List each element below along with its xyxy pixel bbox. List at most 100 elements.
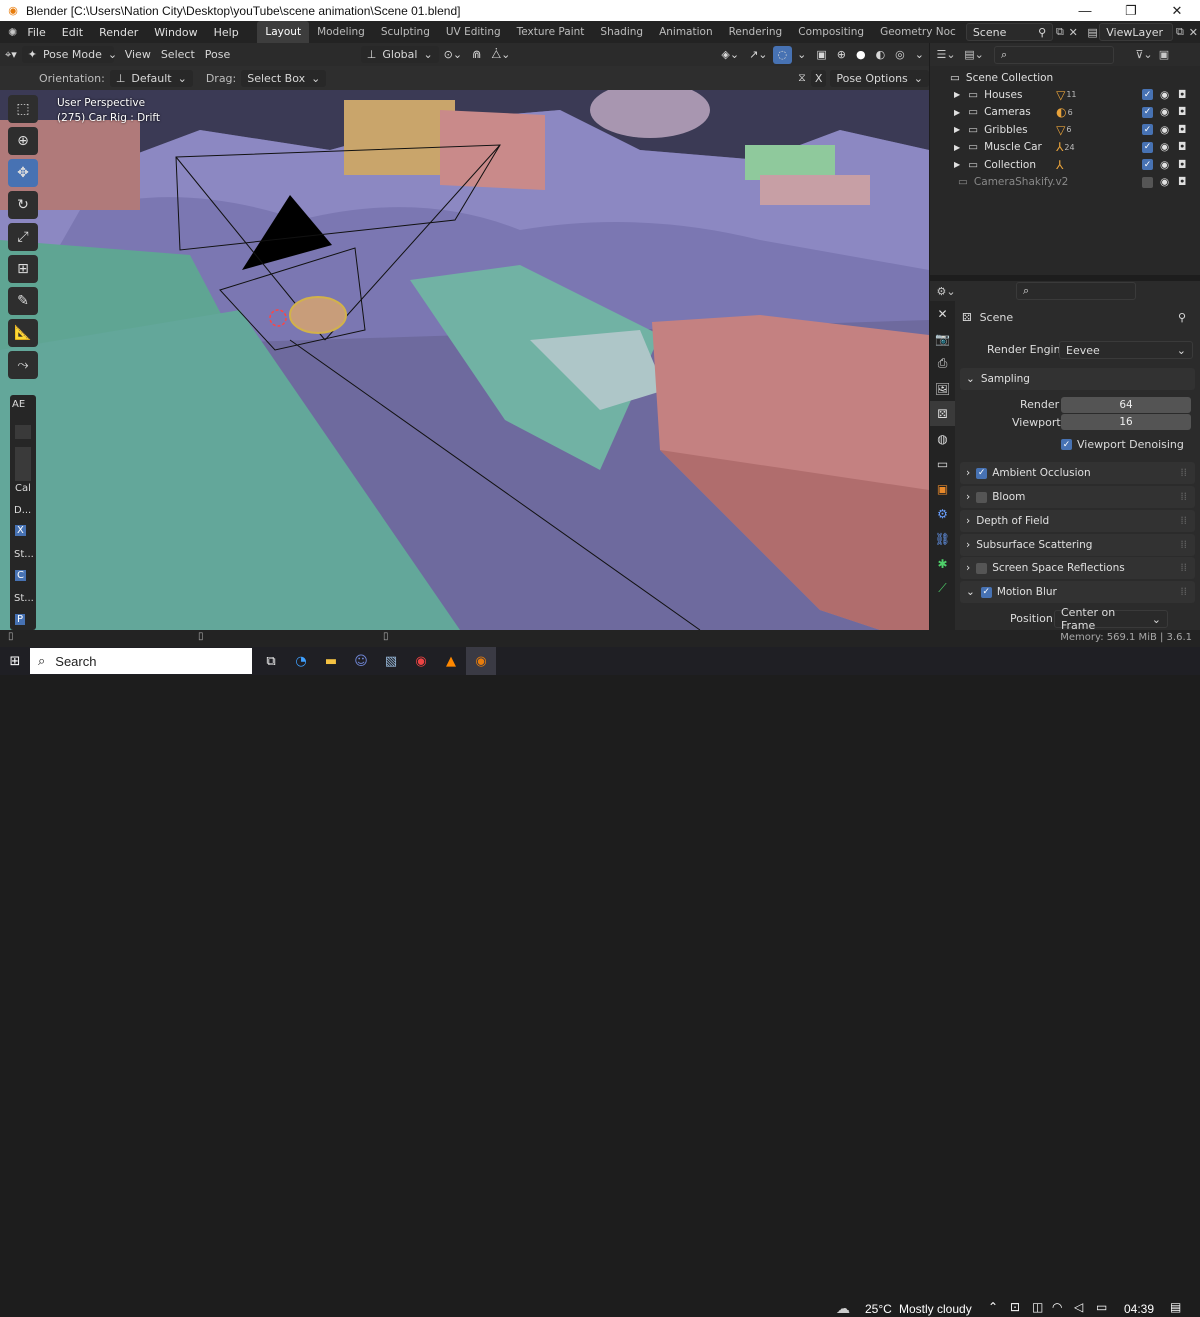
object-data-tab-icon[interactable]: ✱ — [930, 551, 955, 576]
properties-search[interactable]: ⌕ — [1016, 282, 1136, 300]
shading-material-icon[interactable]: ◐ — [871, 46, 891, 64]
taskbar-search[interactable]: ⌕ Search — [30, 648, 252, 674]
drag-handle-icon[interactable]: ⁞⁞ — [1180, 467, 1187, 479]
weather-text[interactable]: Mostly cloudy — [899, 1302, 972, 1316]
delete-scene-icon[interactable]: ✕ — [1067, 23, 1080, 41]
drag-handle-icon[interactable]: ⁞⁞ — [1180, 515, 1187, 527]
vlc-icon[interactable]: ▲ — [436, 647, 466, 675]
sidebar-label-d[interactable]: D... — [14, 505, 31, 516]
world-tab-icon[interactable]: ◍ — [930, 426, 955, 451]
tab-rendering[interactable]: Rendering — [721, 21, 791, 43]
eye-icon[interactable]: ◉ — [1160, 106, 1169, 118]
constraints-tab-icon[interactable]: ⛓ — [930, 526, 955, 551]
outliner-root[interactable]: ▭ Scene Collection — [930, 69, 1200, 86]
exclude-checkbox[interactable]: ✓ — [1142, 89, 1153, 100]
wifi-icon[interactable]: ◠ — [1052, 1300, 1062, 1314]
exclude-checkbox[interactable]: ✓ — [1142, 141, 1153, 153]
panel-enable-checkbox[interactable] — [976, 491, 988, 503]
bone-roll-tool-icon[interactable]: ⤳ — [8, 351, 38, 379]
panel-header[interactable]: › Screen Space Reflections ⁞⁞ — [960, 557, 1195, 579]
mode-selector[interactable]: ✦ Pose Mode ⌄ — [21, 46, 117, 63]
render-engine-select[interactable]: Eevee ⌄ — [1059, 341, 1193, 359]
expand-arrow-icon[interactable]: ▶ — [954, 160, 960, 169]
photos-icon[interactable]: ▧ — [376, 647, 406, 675]
tab-layout[interactable]: Layout — [257, 21, 310, 43]
panel-enable-checkbox[interactable]: ✓ — [980, 586, 992, 598]
object-visibility-icon[interactable]: ◈⌄ — [716, 46, 744, 64]
modifiers-tab-icon[interactable]: ⚙ — [930, 501, 955, 526]
windows-start-icon[interactable]: ⊞ — [0, 647, 30, 675]
viewport-samples-field[interactable]: 16 — [1061, 414, 1191, 430]
menu-window[interactable]: Window — [146, 26, 205, 39]
task-view-icon[interactable]: ⧉ — [256, 647, 286, 675]
view-layer-tab-icon[interactable]: 🖼 — [930, 376, 955, 401]
new-viewlayer-icon[interactable]: ⧉ — [1173, 23, 1186, 41]
eye-icon[interactable]: ◉ — [1160, 141, 1169, 153]
sidebar-label-st-1[interactable]: St... — [14, 549, 34, 560]
outliner-row[interactable]: ▭ CameraShakify.v2 ◉ ◘ — [930, 174, 1200, 191]
viewport-denoising-checkbox[interactable]: ✓ Viewport Denoising — [1061, 438, 1184, 451]
panel-header[interactable]: › Depth of Field ⁞⁞ — [960, 510, 1195, 532]
addon-slot-1[interactable] — [15, 425, 31, 439]
output-tab-icon[interactable]: ⎙ — [930, 351, 955, 376]
new-collection-icon[interactable]: ▣ — [1154, 46, 1174, 64]
render-samples-field[interactable]: 64 — [1061, 397, 1191, 413]
outliner-row[interactable]: ▶ ▭ Collection ⅄ ✓ ◉ ◘ — [930, 156, 1200, 173]
outliner-editor-icon[interactable]: ☰⌄ — [936, 46, 956, 64]
expand-arrow-icon[interactable]: ▶ — [954, 108, 960, 117]
mirror-x-toggle[interactable]: X — [810, 69, 827, 87]
notifications-icon[interactable]: ▤ — [1170, 1300, 1181, 1314]
motion-blur-position-select[interactable]: Center on Frame ⌄ — [1054, 606, 1168, 632]
delete-viewlayer-icon[interactable]: ✕ — [1187, 23, 1200, 41]
edge-icon[interactable]: ◔ — [286, 647, 316, 675]
scale-tool-icon[interactable]: ⤢ — [8, 223, 38, 251]
eye-icon[interactable]: ◉ — [1160, 159, 1169, 171]
volume-icon[interactable]: ◁ — [1074, 1300, 1083, 1314]
pin-icon[interactable]: ⚲ — [1038, 26, 1046, 39]
display-mode-icon[interactable]: ▤⌄ — [964, 46, 984, 64]
chrome-icon[interactable]: ◉ — [406, 647, 436, 675]
menu-file[interactable]: File — [19, 26, 53, 39]
eye-icon[interactable]: ◉ — [1160, 89, 1169, 101]
shading-dropdown-icon[interactable]: ⌄ — [910, 46, 929, 64]
viewlayer-icon[interactable]: ▤ — [1086, 23, 1099, 41]
shading-rendered-icon[interactable]: ◎ — [890, 46, 910, 64]
drag-handle-icon[interactable]: ⁞⁞ — [1180, 562, 1187, 574]
clock[interactable]: 04:39 — [1124, 1302, 1154, 1316]
snap-icon[interactable]: ⋒ — [467, 46, 486, 64]
outliner-row[interactable]: ▶ ▭ Muscle Car ⅄ 24 ✓ ◉ ◘ — [930, 139, 1200, 156]
camera-render-icon[interactable]: ◘ — [1178, 89, 1186, 101]
tool-tab-icon[interactable]: ✕ — [930, 301, 955, 326]
filter-icon[interactable]: ⊽⌄ — [1134, 46, 1154, 64]
outliner-row[interactable]: ▶ ▭ Cameras ◐ 6 ✓ ◉ ◘ — [930, 104, 1200, 121]
tab-shading[interactable]: Shading — [592, 21, 651, 43]
shading-wireframe-icon[interactable]: ⊕ — [832, 46, 851, 64]
scene-selector[interactable]: Scene ⚲ — [965, 23, 1054, 41]
panel-header[interactable]: › ✓ Ambient Occlusion ⁞⁞ — [960, 462, 1195, 484]
expand-arrow-icon[interactable]: ▶ — [954, 143, 960, 152]
gizmo-icon[interactable]: ↗⌄ — [744, 46, 772, 64]
move-tool-icon[interactable]: ✥ — [8, 159, 38, 187]
drag-handle-icon[interactable]: ⁞⁞ — [1180, 586, 1187, 598]
tab-sculpting[interactable]: Sculpting — [373, 21, 438, 43]
exclude-checkbox[interactable]: ✓ — [1142, 159, 1153, 170]
tab-modeling[interactable]: Modeling — [309, 21, 373, 43]
discord-icon[interactable]: ☺ — [346, 647, 376, 675]
tab-compositing[interactable]: Compositing — [790, 21, 872, 43]
sampling-panel-header[interactable]: ⌄ Sampling — [960, 368, 1195, 390]
tab-texture-paint[interactable]: Texture Paint — [509, 21, 593, 43]
exclude-checkbox[interactable]: ✓ — [1142, 106, 1153, 118]
measure-tool-icon[interactable]: 📐 — [8, 319, 38, 347]
outliner-search[interactable]: ⌕ — [994, 45, 1114, 64]
3d-viewport[interactable] — [0, 90, 929, 630]
drag-handle-icon[interactable]: ⁞⁞ — [1180, 491, 1187, 503]
overlays-icon[interactable]: ◌ — [772, 45, 793, 64]
bone-tab-icon[interactable]: ⟋ — [930, 576, 955, 601]
collection-tab-icon[interactable]: ▭ — [930, 451, 955, 476]
drag-handle-icon[interactable]: ⁞⁞ — [1180, 539, 1187, 551]
panel-header[interactable]: › Subsurface Scattering ⁞⁞ — [960, 534, 1195, 556]
tray-app-icon[interactable]: ⊡ — [1010, 1300, 1020, 1314]
menu-pose[interactable]: Pose — [200, 46, 235, 64]
outliner-row[interactable]: ▶ ▭ Gribbles ▽ 6 ✓ ◉ ◘ — [930, 121, 1200, 138]
eye-icon[interactable]: ◉ — [1160, 176, 1169, 188]
